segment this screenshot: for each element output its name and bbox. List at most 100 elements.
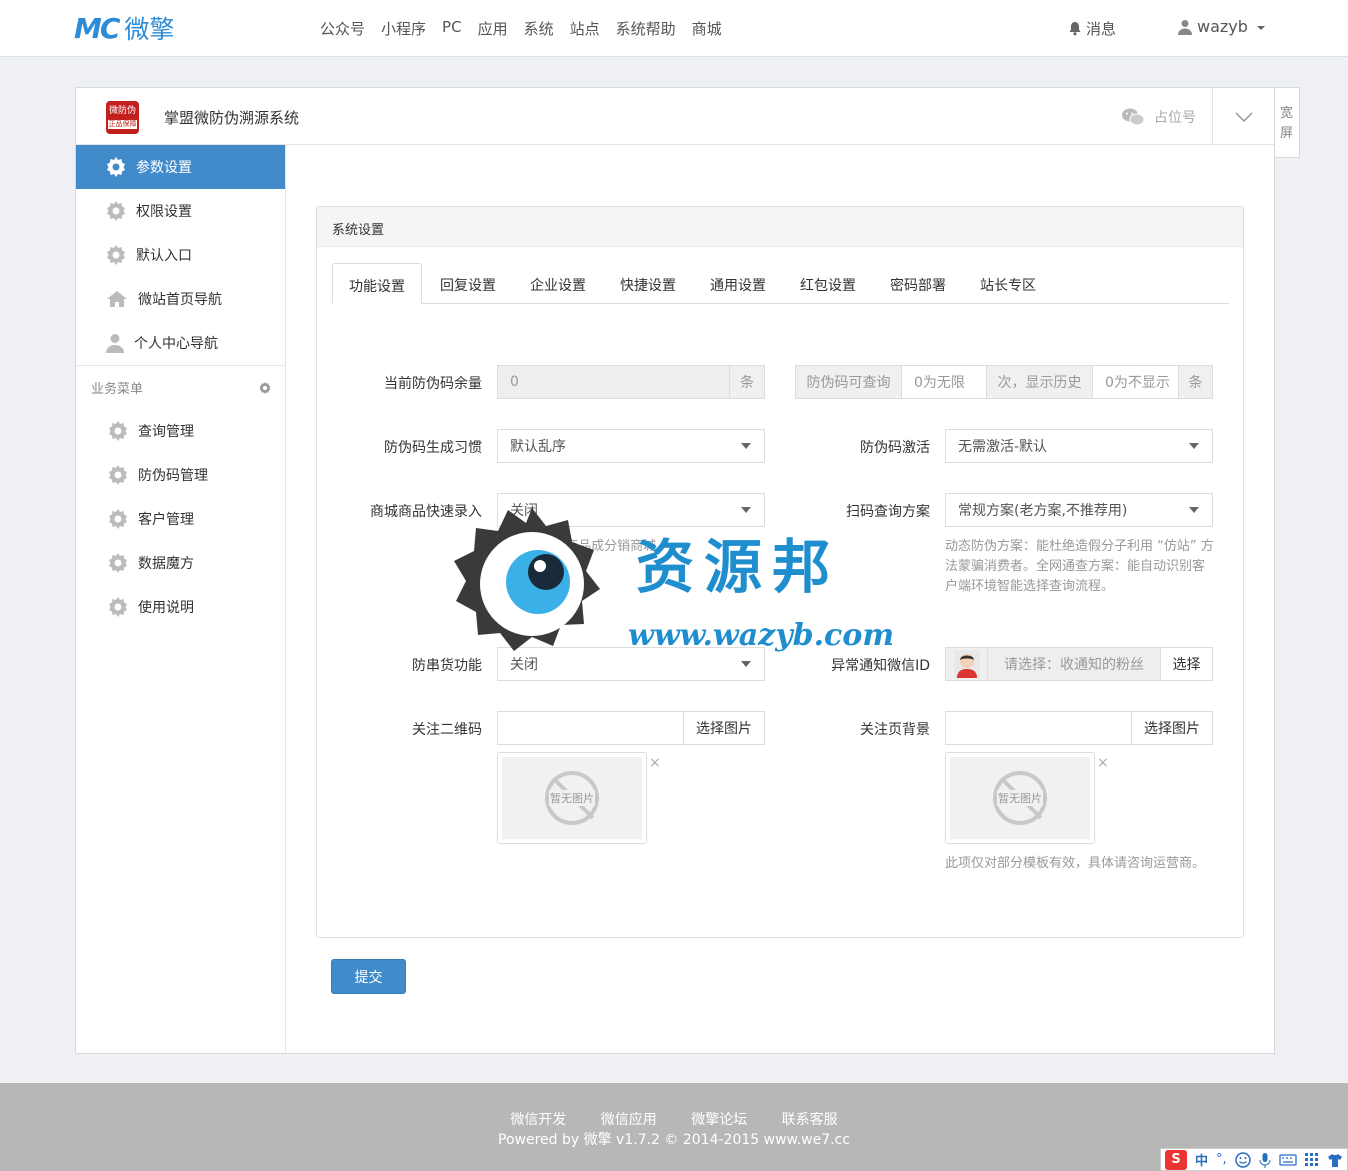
qrcode-select-button[interactable]: 选择图片 [683, 711, 765, 745]
app-logo-text: 微防伪 [108, 106, 136, 116]
qrcode-label: 关注二维码 [412, 722, 482, 738]
tab-shortcuts[interactable]: 快捷设置 [604, 263, 692, 303]
submit-button[interactable]: 提交 [331, 959, 406, 994]
microphone-icon[interactable] [1259, 1152, 1271, 1168]
gear-icon [109, 421, 127, 441]
anti-diversion-select[interactable]: 关闭 [497, 647, 765, 681]
background-remove-button[interactable]: × [1097, 755, 1109, 771]
gen-habit-select[interactable]: 默认乱序 [497, 429, 765, 463]
ime-toolbar[interactable]: S 中 °, [1160, 1148, 1348, 1171]
settings-panel: 系统设置 功能设置 回复设置 企业设置 快捷设置 通用设置 红包设置 密码部署 … [316, 206, 1244, 938]
sidebar-item-label: 防伪码管理 [138, 468, 208, 484]
activate-select[interactable]: 无需激活-默认 [945, 429, 1213, 463]
mall-entry-label: 商城商品快速录入 [370, 504, 482, 520]
sidebar-item-query[interactable]: 查询管理 [76, 409, 285, 453]
gen-habit-value: 默认乱序 [510, 439, 566, 455]
user-icon [1178, 19, 1192, 35]
tab-reply[interactable]: 回复设置 [424, 263, 512, 303]
nav-item-system[interactable]: 系统 [524, 18, 554, 39]
keyboard-icon[interactable] [1279, 1153, 1297, 1167]
messages-link[interactable]: 消息 [1068, 18, 1116, 39]
no-image-icon: 暂无图片 [545, 771, 599, 825]
sidebar-item-params[interactable]: 参数设置 [76, 145, 285, 189]
notify-id-label: 异常通知微信ID [831, 658, 930, 674]
tab-company[interactable]: 企业设置 [514, 263, 602, 303]
sidebar-item-data-cube[interactable]: 数据魔方 [76, 541, 285, 585]
notify-avatar [945, 647, 988, 681]
notify-select-button[interactable]: 选择 [1160, 647, 1213, 681]
sidebar-item-home-nav[interactable]: 微站首页导航 [76, 277, 285, 321]
nav-item-store[interactable]: 商城 [692, 18, 722, 39]
remaining-unit: 条 [729, 365, 765, 399]
apps-grid-icon[interactable] [1304, 1152, 1319, 1167]
gear-icon [109, 553, 127, 573]
remaining-input: 0 [497, 365, 730, 399]
footer-link-forum[interactable]: 微擎论坛 [691, 1112, 747, 1128]
footer-links: 微信开发 微信应用 微擎论坛 联系客服 [0, 1109, 1348, 1129]
widescreen-toggle[interactable]: 宽屏 [1274, 87, 1300, 158]
tab-webmaster[interactable]: 站长专区 [964, 263, 1052, 303]
footer-link-dev[interactable]: 微信开发 [510, 1112, 566, 1128]
activate-value: 无需激活-默认 [958, 439, 1048, 455]
footer-link-support[interactable]: 联系客服 [782, 1112, 838, 1128]
nav-item-miniprogram[interactable]: 小程序 [381, 18, 426, 39]
emoji-icon[interactable] [1234, 1151, 1251, 1168]
ime-mode[interactable]: 中 [1195, 1150, 1208, 1169]
caret-down-icon [728, 494, 764, 526]
main-panel: 微防伪 正品保障 掌盟微防伪溯源系统 占位号 参数设置 权限设置 默认入口 微站… [75, 87, 1275, 1054]
scan-scheme-select[interactable]: 常规方案(老方案,不推荐用) [945, 493, 1213, 527]
sidebar-item-permissions[interactable]: 权限设置 [76, 189, 285, 233]
background-select-button[interactable]: 选择图片 [1131, 711, 1213, 745]
footer-copyright: Powered by 微擎 v1.7.2 © 2014-2015 www.we7… [498, 1132, 850, 1148]
query-mid-text: 次，显示历史 [986, 365, 1093, 399]
nav-item-gongzhonghao[interactable]: 公众号 [320, 18, 365, 39]
sidebar-item-label: 微站首页导航 [138, 292, 222, 308]
gear-icon [107, 245, 125, 265]
nav-item-apps[interactable]: 应用 [478, 18, 508, 39]
footer-link-apps[interactable]: 微信应用 [601, 1112, 657, 1128]
user-menu[interactable]: wazyb [1178, 17, 1269, 36]
sidebar: 参数设置 权限设置 默认入口 微站首页导航 个人中心导航 业务菜单 查询管理 防… [76, 145, 286, 1053]
mall-entry-select[interactable]: 关闭 [497, 493, 765, 527]
app-logo-subtext: 正品保障 [108, 120, 137, 129]
sidebar-item-manual[interactable]: 使用说明 [76, 585, 285, 629]
nav-item-help[interactable]: 系统帮助 [616, 18, 676, 39]
gear-icon[interactable] [259, 381, 271, 394]
tab-redpacket[interactable]: 红包设置 [784, 263, 872, 303]
nav-item-pc[interactable]: PC [442, 18, 462, 39]
ime-punctuation[interactable]: °, [1216, 1152, 1227, 1167]
home-icon [107, 291, 127, 307]
gear-icon [107, 201, 125, 221]
sidebar-item-label: 参数设置 [136, 160, 192, 176]
sidebar-group-title: 业务菜单 [91, 382, 144, 397]
caret-down-icon [1256, 25, 1265, 30]
background-input[interactable] [945, 711, 1132, 745]
sidebar-item-user-nav[interactable]: 个人中心导航 [76, 321, 285, 365]
top-navbar: MC 微擎 公众号 小程序 PC 应用 系统 站点 系统帮助 商城 消息 waz… [0, 0, 1348, 57]
sidebar-item-default-entry[interactable]: 默认入口 [76, 233, 285, 277]
caret-down-icon [1176, 430, 1212, 462]
tab-general[interactable]: 通用设置 [694, 263, 782, 303]
notify-id-input[interactable]: 请选择：收通知的粉丝 [987, 647, 1161, 681]
chevron-down-icon [1234, 111, 1253, 122]
bell-icon [1069, 22, 1081, 36]
history-input[interactable]: 0为不显示 [1092, 365, 1179, 399]
sidebar-item-customers[interactable]: 客户管理 [76, 497, 285, 541]
query-limit-input[interactable]: 0为无限 [901, 365, 987, 399]
qrcode-remove-button[interactable]: × [649, 755, 661, 771]
sidebar-group-header: 业务菜单 [76, 365, 285, 409]
anti-diversion-label: 防串货功能 [412, 658, 482, 674]
gear-icon [109, 597, 127, 617]
tab-functions[interactable]: 功能设置 [332, 263, 422, 304]
sidebar-item-codes[interactable]: 防伪码管理 [76, 453, 285, 497]
avatar [953, 650, 980, 678]
qrcode-input[interactable] [497, 711, 684, 745]
account-switcher[interactable]: 占位号 [1122, 107, 1196, 127]
brand-logo[interactable]: MC 微擎 [74, 12, 174, 45]
nav-item-site[interactable]: 站点 [570, 18, 600, 39]
account-dropdown-toggle[interactable] [1212, 88, 1274, 145]
sidebar-item-label: 数据魔方 [138, 556, 194, 572]
tab-password[interactable]: 密码部署 [874, 263, 962, 303]
skin-shirt-icon[interactable] [1327, 1153, 1343, 1167]
app-title: 掌盟微防伪溯源系统 [164, 109, 300, 127]
